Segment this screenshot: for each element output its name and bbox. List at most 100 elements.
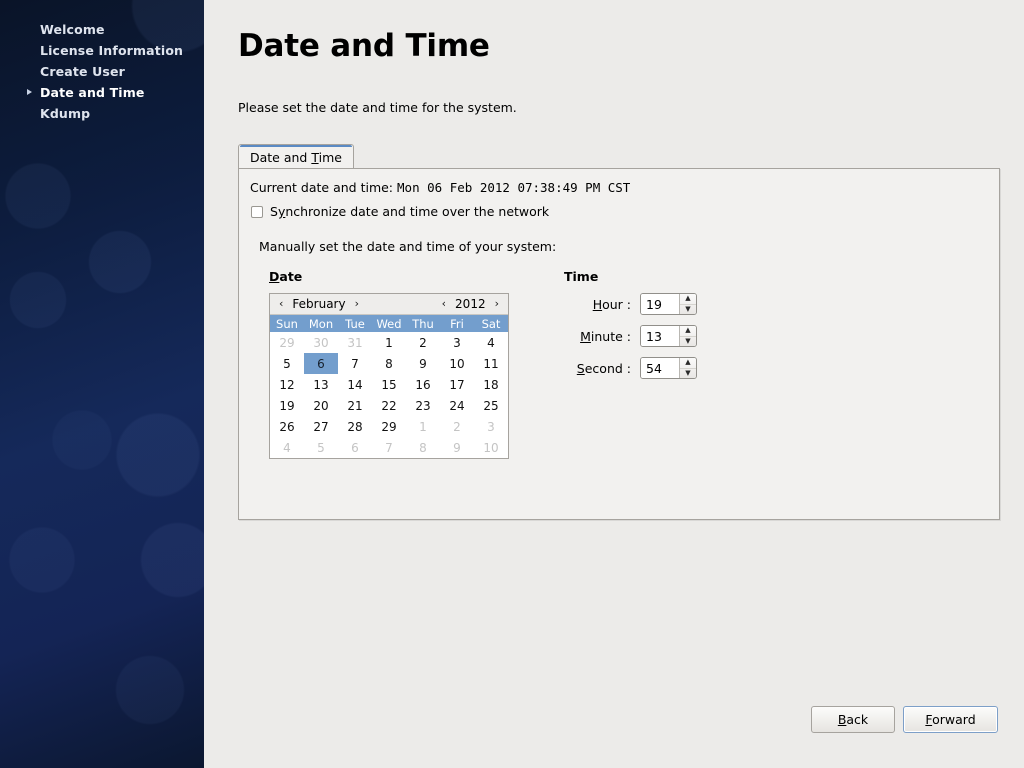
sync-network-row[interactable]: Synchronize date and time over the netwo… bbox=[251, 204, 549, 219]
calendar-day[interactable]: 3 bbox=[474, 416, 508, 437]
calendar-day[interactable]: 2 bbox=[440, 416, 474, 437]
hour-row: Hour :19▲▼ bbox=[564, 293, 697, 315]
calendar-day[interactable]: 1 bbox=[372, 332, 406, 353]
calendar-day[interactable]: 5 bbox=[304, 437, 338, 458]
calendar-day[interactable]: 29 bbox=[372, 416, 406, 437]
tab-label-post: ime bbox=[319, 150, 342, 165]
hour-input[interactable]: 19 bbox=[641, 294, 679, 314]
calendar-day[interactable]: 11 bbox=[474, 353, 508, 374]
sidebar-item-license-information[interactable]: License Information bbox=[0, 43, 204, 59]
calendar-weekday: Sun bbox=[270, 315, 304, 332]
calendar-day[interactable]: 27 bbox=[304, 416, 338, 437]
calendar-weekday: Fri bbox=[440, 315, 474, 332]
calendar-day[interactable]: 20 bbox=[304, 395, 338, 416]
calendar-day[interactable]: 8 bbox=[372, 353, 406, 374]
calendar-day[interactable]: 14 bbox=[338, 374, 372, 395]
date-time-panel: Current date and time:Mon 06 Feb 2012 07… bbox=[238, 168, 1000, 520]
tab-date-and-time[interactable]: Date and Time bbox=[238, 144, 354, 169]
sync-network-label: Synchronize date and time over the netwo… bbox=[270, 204, 549, 219]
calendar-widget[interactable]: ‹ February › ‹ 2012 › SunMonTueWedThuFri… bbox=[269, 293, 509, 459]
second-decrement-icon[interactable]: ▼ bbox=[680, 369, 696, 379]
main-content: Date and Time Please set the date and ti… bbox=[204, 0, 1024, 768]
calendar-day[interactable]: 3 bbox=[440, 332, 474, 353]
calendar-day[interactable]: 13 bbox=[304, 374, 338, 395]
calendar-month-nav: ‹ February › bbox=[275, 297, 363, 311]
hour-decrement-icon[interactable]: ▼ bbox=[680, 305, 696, 315]
sidebar-item-create-user[interactable]: Create User bbox=[0, 64, 204, 80]
current-datetime-label: Current date and time: bbox=[250, 180, 393, 195]
calendar-day[interactable]: 16 bbox=[406, 374, 440, 395]
forward-button[interactable]: Forward bbox=[903, 706, 998, 733]
calendar-day[interactable]: 28 bbox=[338, 416, 372, 437]
prev-month-icon[interactable]: ‹ bbox=[275, 298, 287, 310]
calendar-day[interactable]: 29 bbox=[270, 332, 304, 353]
calendar-day[interactable]: 8 bbox=[406, 437, 440, 458]
calendar-day[interactable]: 5 bbox=[270, 353, 304, 374]
hour-spinner[interactable]: 19▲▼ bbox=[640, 293, 697, 315]
calendar-day[interactable]: 23 bbox=[406, 395, 440, 416]
manual-set-label: Manually set the date and time of your s… bbox=[259, 239, 556, 254]
page-title: Date and Time bbox=[238, 28, 490, 64]
sidebar-item-label: Create User bbox=[40, 64, 125, 79]
calendar-day[interactable]: 7 bbox=[338, 353, 372, 374]
sidebar: Welcome License Information Create User Dat… bbox=[0, 0, 204, 768]
sync-network-checkbox[interactable] bbox=[251, 206, 263, 218]
calendar-day[interactable]: 18 bbox=[474, 374, 508, 395]
sidebar-item-welcome[interactable]: Welcome bbox=[0, 22, 204, 38]
second-spinner[interactable]: 54▲▼ bbox=[640, 357, 697, 379]
second-stepper: ▲▼ bbox=[679, 358, 696, 378]
minute-decrement-icon[interactable]: ▼ bbox=[680, 337, 696, 347]
calendar-day[interactable]: 19 bbox=[270, 395, 304, 416]
sidebar-item-label: License Information bbox=[40, 43, 183, 58]
calendar-day[interactable]: 10 bbox=[440, 353, 474, 374]
calendar-day[interactable]: 22 bbox=[372, 395, 406, 416]
calendar-day[interactable]: 10 bbox=[474, 437, 508, 458]
calendar-day[interactable]: 6 bbox=[338, 437, 372, 458]
calendar-day[interactable]: 9 bbox=[406, 353, 440, 374]
calendar-day[interactable]: 2 bbox=[406, 332, 440, 353]
minute-label: Minute : bbox=[564, 329, 640, 344]
calendar-day[interactable]: 31 bbox=[338, 332, 372, 353]
calendar-day[interactable]: 30 bbox=[304, 332, 338, 353]
calendar-grid: SunMonTueWedThuFriSat 293031123456789101… bbox=[270, 315, 508, 458]
time-heading: Time bbox=[564, 269, 697, 284]
calendar-day-selected[interactable]: 6 bbox=[304, 353, 338, 374]
calendar-day[interactable]: 12 bbox=[270, 374, 304, 395]
calendar-day[interactable]: 1 bbox=[406, 416, 440, 437]
calendar-day[interactable]: 25 bbox=[474, 395, 508, 416]
minute-increment-icon[interactable]: ▲ bbox=[680, 326, 696, 337]
calendar-day[interactable]: 4 bbox=[270, 437, 304, 458]
calendar-day[interactable]: 24 bbox=[440, 395, 474, 416]
back-button[interactable]: Back bbox=[811, 706, 895, 733]
prev-year-icon[interactable]: ‹ bbox=[438, 298, 450, 310]
calendar-day[interactable]: 17 bbox=[440, 374, 474, 395]
minute-spinner[interactable]: 13▲▼ bbox=[640, 325, 697, 347]
calendar-day[interactable]: 7 bbox=[372, 437, 406, 458]
calendar-day[interactable]: 9 bbox=[440, 437, 474, 458]
calendar-day[interactable]: 4 bbox=[474, 332, 508, 353]
forward-button-label: Forward bbox=[925, 712, 975, 727]
sidebar-item-date-and-time[interactable]: Date and Time bbox=[0, 85, 204, 101]
sidebar-item-kdump[interactable]: Kdump bbox=[0, 106, 204, 122]
calendar-weekday: Thu bbox=[406, 315, 440, 332]
tab-label-mnemonic: T bbox=[311, 150, 318, 165]
next-year-icon[interactable]: › bbox=[491, 298, 503, 310]
calendar-day[interactable]: 21 bbox=[338, 395, 372, 416]
calendar-weekday: Mon bbox=[304, 315, 338, 332]
calendar-week-row: 2930311234 bbox=[270, 332, 508, 353]
next-month-icon[interactable]: › bbox=[351, 298, 363, 310]
tab-strip: Date and Time bbox=[238, 144, 354, 169]
calendar-weekday: Sat bbox=[474, 315, 508, 332]
calendar-day[interactable]: 15 bbox=[372, 374, 406, 395]
second-row: Second :54▲▼ bbox=[564, 357, 697, 379]
date-heading: Date bbox=[269, 269, 509, 284]
calendar-weekday: Wed bbox=[372, 315, 406, 332]
time-fields: Hour :19▲▼Minute :13▲▼Second :54▲▼ bbox=[564, 293, 697, 379]
hour-increment-icon[interactable]: ▲ bbox=[680, 294, 696, 305]
tab-label-pre: Date and bbox=[250, 150, 311, 165]
second-input[interactable]: 54 bbox=[641, 358, 679, 378]
second-increment-icon[interactable]: ▲ bbox=[680, 358, 696, 369]
calendar-day[interactable]: 26 bbox=[270, 416, 304, 437]
hour-label: Hour : bbox=[564, 297, 640, 312]
minute-input[interactable]: 13 bbox=[641, 326, 679, 346]
